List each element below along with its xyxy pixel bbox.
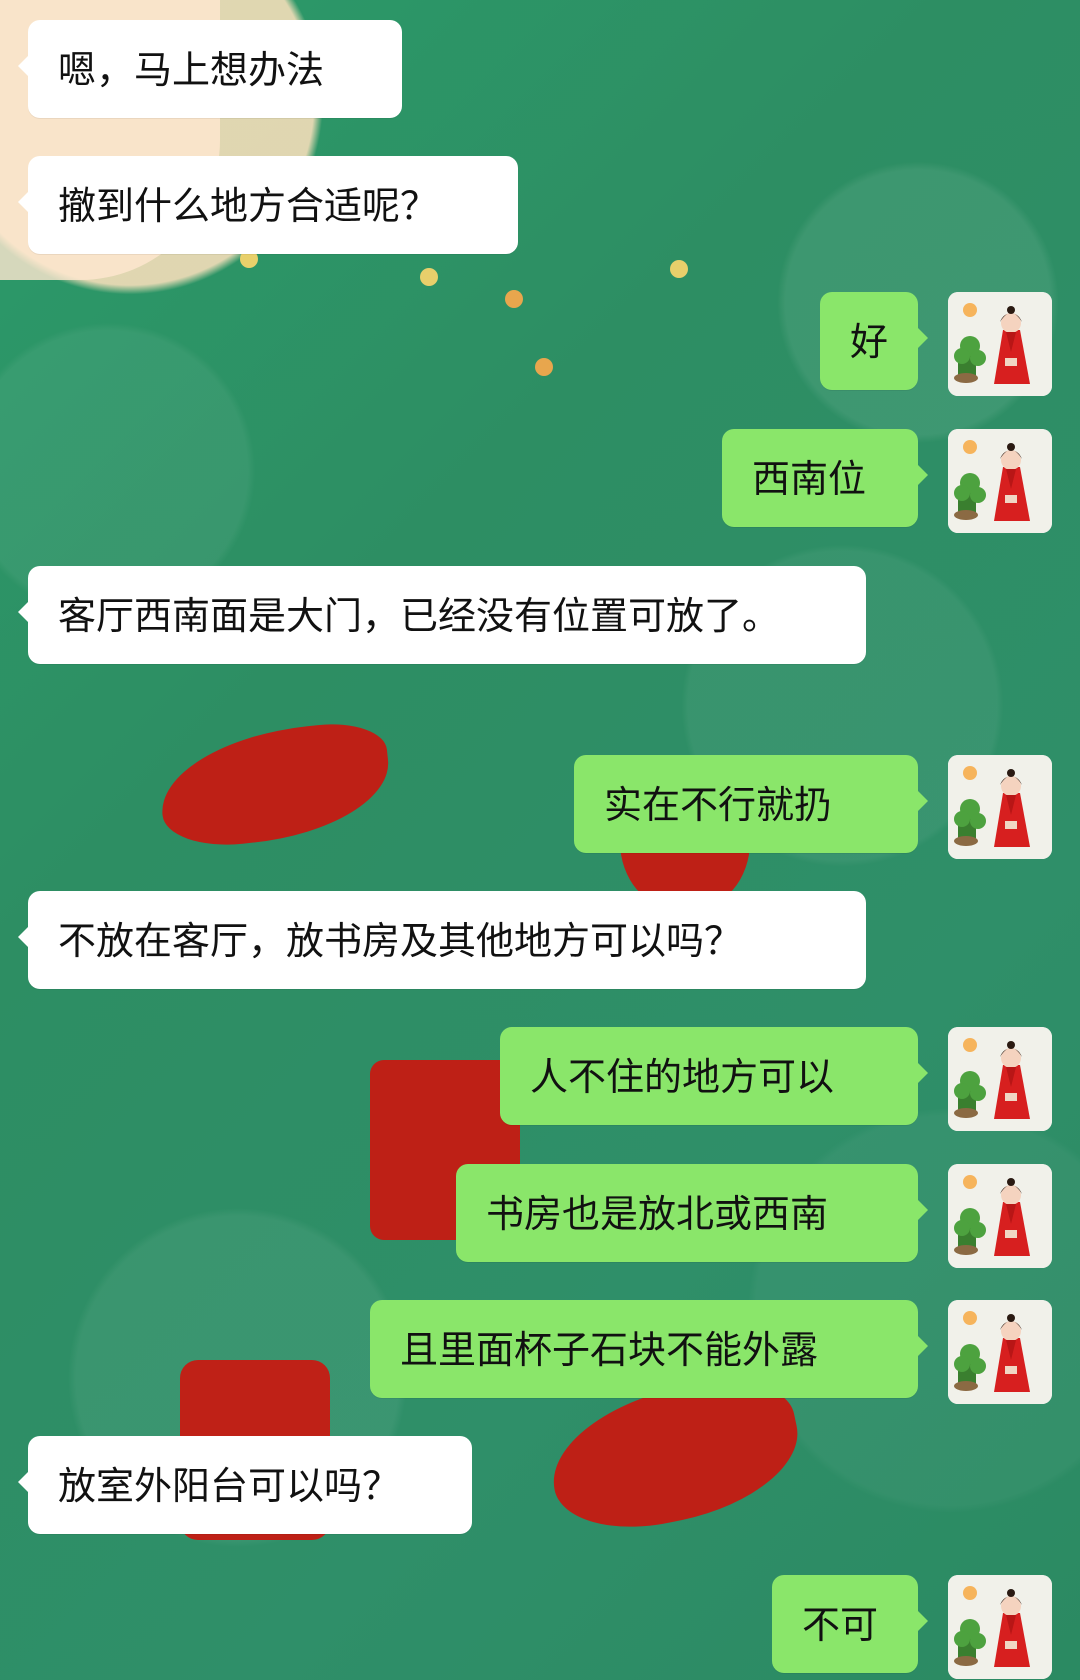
message-text: 西南位: [752, 457, 867, 501]
user-avatar-icon: [948, 1575, 1052, 1679]
message-row: 嗯，马上想办法: [0, 20, 1080, 124]
user-avatar-icon: [948, 755, 1052, 859]
message-text: 放室外阳台可以吗？: [58, 1464, 401, 1508]
message-row: 不放在客厅，放书房及其他地方可以吗？: [0, 891, 1080, 995]
incoming-message-bubble[interactable]: 撤到什么地方合适呢？: [18, 156, 518, 254]
outgoing-message-bubble[interactable]: 好: [820, 292, 928, 390]
incoming-message-bubble[interactable]: 放室外阳台可以吗？: [18, 1436, 472, 1534]
avatar[interactable]: [948, 1027, 1052, 1131]
avatar[interactable]: [948, 292, 1052, 396]
message-row: 西南位: [0, 429, 1080, 533]
avatar[interactable]: [948, 1164, 1052, 1268]
outgoing-message-bubble[interactable]: 书房也是放北或西南: [456, 1164, 928, 1262]
message-text: 好: [850, 320, 889, 364]
message-row: 书房也是放北或西南: [0, 1164, 1080, 1268]
user-avatar-icon: [948, 1027, 1052, 1131]
avatar[interactable]: [948, 1575, 1052, 1679]
user-avatar-icon: [948, 1164, 1052, 1268]
avatar[interactable]: [948, 429, 1052, 533]
outgoing-message-bubble[interactable]: 不可: [772, 1575, 928, 1673]
user-avatar-icon: [948, 429, 1052, 533]
message-text: 撤到什么地方合适呢？: [58, 184, 439, 228]
message-text: 不放在客厅，放书房及其他地方可以吗？: [58, 919, 743, 963]
message-row: 放室外阳台可以吗？: [0, 1436, 1080, 1540]
chat-messages: 嗯，马上想办法 撤到什么地方合适呢？ 好 西南位 客厅西南面是大门，已经没有位置…: [0, 0, 1080, 1680]
message-text: 实在不行就扔: [604, 783, 833, 827]
avatar[interactable]: [948, 1300, 1052, 1404]
message-text: 嗯，马上想办法: [58, 48, 325, 92]
message-text: 书房也是放北或西南: [486, 1192, 829, 1236]
message-row: 好: [0, 292, 1080, 396]
incoming-message-bubble[interactable]: 客厅西南面是大门，已经没有位置可放了。: [18, 566, 866, 664]
message-row: 实在不行就扔: [0, 755, 1080, 859]
message-row: 且里面杯子石块不能外露: [0, 1300, 1080, 1404]
outgoing-message-bubble[interactable]: 人不住的地方可以: [500, 1027, 928, 1125]
message-text: 客厅西南面是大门，已经没有位置可放了。: [58, 594, 781, 638]
message-row: 人不住的地方可以: [0, 1027, 1080, 1131]
user-avatar-icon: [948, 292, 1052, 396]
message-text: 不可: [802, 1603, 879, 1647]
message-row: 客厅西南面是大门，已经没有位置可放了。: [0, 566, 1080, 723]
avatar[interactable]: [948, 755, 1052, 859]
message-row: 撤到什么地方合适呢？: [0, 156, 1080, 260]
incoming-message-bubble[interactable]: 嗯，马上想办法: [18, 20, 402, 118]
incoming-message-bubble[interactable]: 不放在客厅，放书房及其他地方可以吗？: [18, 891, 866, 989]
message-text: 人不住的地方可以: [530, 1055, 835, 1099]
outgoing-message-bubble[interactable]: 西南位: [722, 429, 928, 527]
message-row: 不可: [0, 1575, 1080, 1679]
user-avatar-icon: [948, 1300, 1052, 1404]
message-text: 且里面杯子石块不能外露: [400, 1328, 819, 1372]
outgoing-message-bubble[interactable]: 实在不行就扔: [574, 755, 928, 853]
outgoing-message-bubble[interactable]: 且里面杯子石块不能外露: [370, 1300, 928, 1398]
